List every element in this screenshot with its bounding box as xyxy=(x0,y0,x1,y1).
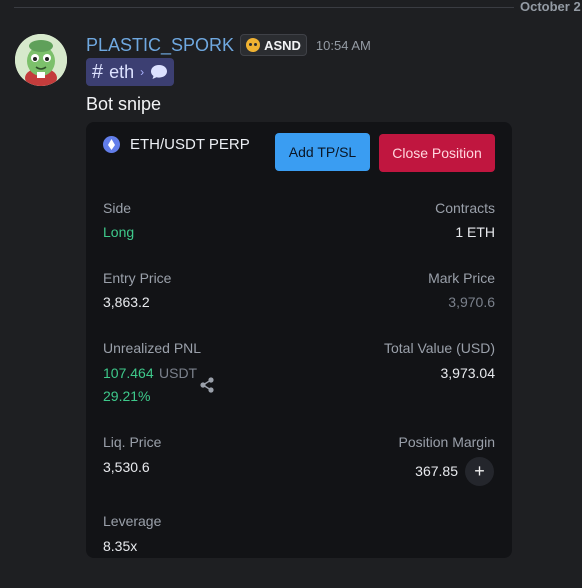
avatar[interactable] xyxy=(15,34,67,86)
position-margin-value: 367.85 xyxy=(415,463,458,479)
total-value-value: 3,973.04 xyxy=(440,365,496,381)
close-position-button[interactable]: Close Position xyxy=(379,134,495,172)
message-text: Bot snipe xyxy=(86,94,162,114)
guild-tag-label: ASND xyxy=(264,37,301,53)
channel-mention[interactable]: # eth › xyxy=(86,58,175,86)
liq-price-value: 3,530.6 xyxy=(103,459,150,475)
total-value-label: Total Value (USD) xyxy=(383,340,495,356)
skull-icon xyxy=(246,38,261,52)
pair-row: ETH/USDT PERP xyxy=(103,136,250,153)
date-divider: October 2 xyxy=(0,0,582,14)
unrealized-pnl-unit: USDT xyxy=(159,365,198,381)
entry-price-label: Entry Price xyxy=(103,270,172,286)
timestamp: 10:54 AM xyxy=(315,37,371,53)
position-margin-label: Position Margin xyxy=(398,434,496,450)
share-icon[interactable] xyxy=(199,377,215,393)
contracts-label: Contracts xyxy=(435,200,495,216)
entry-price-value: 3,863.2 xyxy=(103,294,150,310)
username[interactable]: PLASTIC_SPORK xyxy=(86,35,234,56)
mark-price-label: Mark Price xyxy=(428,270,495,286)
unrealized-pnl-label: Unrealized PNL xyxy=(103,340,202,356)
message-header: PLASTIC_SPORK ASND 10:54 AM xyxy=(86,34,371,56)
position-card: ETH/USDT PERP Add TP/SL Close Position S… xyxy=(86,122,512,558)
side-label: Side xyxy=(103,200,132,216)
mark-price-value: 3,970.6 xyxy=(448,294,495,310)
channel-name: eth xyxy=(109,61,135,82)
pair-label: ETH/USDT PERP xyxy=(130,136,250,153)
leverage-label: Leverage xyxy=(103,513,162,529)
avatar-image xyxy=(15,34,67,86)
date-divider-label: October 2 xyxy=(514,0,582,14)
add-margin-button[interactable]: + xyxy=(465,457,494,486)
liq-price-label: Liq. Price xyxy=(103,434,162,450)
side-value: Long xyxy=(103,224,135,240)
leverage-value: 8.35x xyxy=(103,538,138,554)
hash-icon: # xyxy=(92,60,104,83)
unrealized-pnl-percent: 29.21% xyxy=(103,388,151,404)
contracts-value: 1 ETH xyxy=(455,224,495,240)
chevron-right-icon: › xyxy=(140,65,145,79)
unrealized-pnl-value: 107.464 xyxy=(103,365,154,381)
add-tp-sl-button[interactable]: Add TP/SL xyxy=(275,133,370,171)
divider-line xyxy=(14,7,582,8)
ethereum-icon xyxy=(103,136,120,153)
thread-icon xyxy=(151,65,168,79)
guild-tag[interactable]: ASND xyxy=(240,34,307,56)
